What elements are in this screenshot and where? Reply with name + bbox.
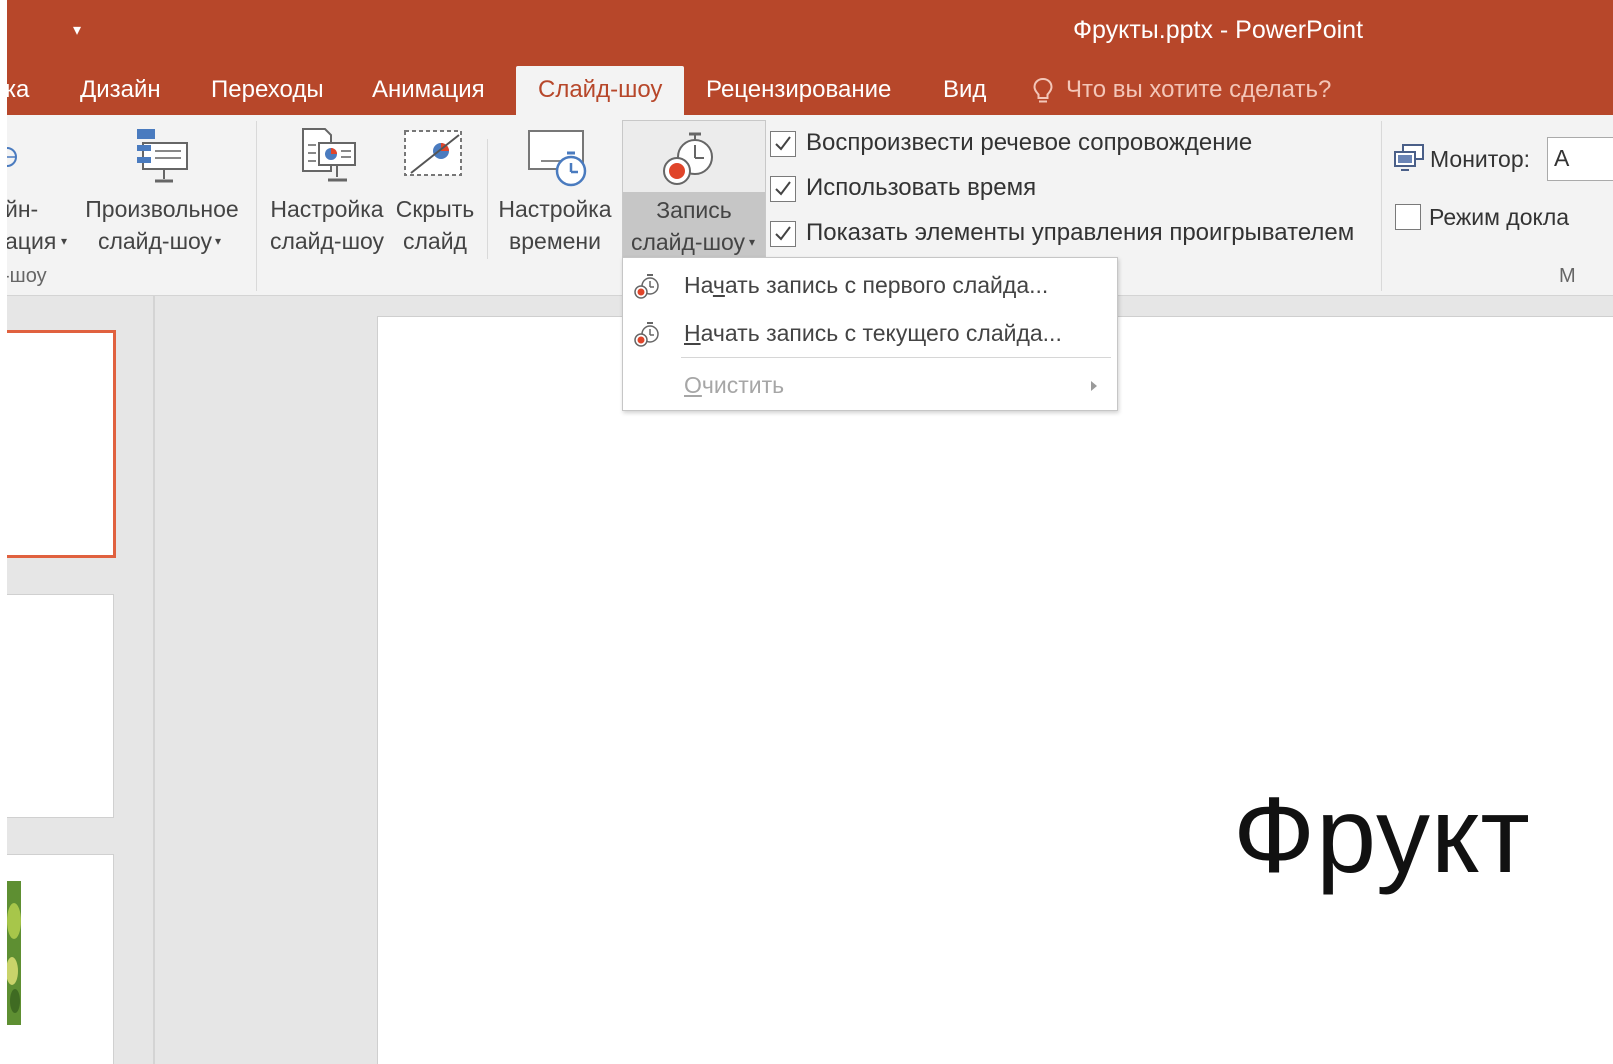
set-up-slide-show-label-1: Настройка bbox=[270, 196, 384, 222]
tab-view[interactable]: Вид bbox=[943, 66, 986, 115]
checkmark-icon bbox=[775, 136, 791, 151]
hide-slide-label-1: Скрыть bbox=[395, 196, 475, 222]
record-timer-icon bbox=[663, 132, 713, 185]
custom-slide-show-label-2: слайд-шоу bbox=[97, 228, 213, 254]
lightbulb-icon bbox=[1033, 77, 1053, 103]
tell-me-search[interactable]: Что вы хотите сделать? bbox=[1033, 66, 1331, 115]
clear-item: Очистить bbox=[623, 362, 1117, 408]
custom-slide-show-label-1: Произвольное bbox=[85, 196, 239, 222]
record-slide-show-menu: Начать запись с первого слайда... Начать… bbox=[622, 257, 1118, 411]
hide-slide-icon bbox=[404, 130, 462, 176]
access-key: Н bbox=[684, 320, 701, 346]
show-media-controls-checkbox[interactable]: Показать элементы управления проигрывате… bbox=[770, 217, 1380, 253]
record-from-beginning-label: Начать запись с первого слайда... bbox=[684, 262, 1048, 308]
record-timer-icon bbox=[634, 322, 659, 347]
chevron-down-icon: ▾ bbox=[215, 234, 222, 248]
record-from-current-slide-label: Начать запись с текущего слайда... bbox=[684, 310, 1062, 356]
slide-thumbnail-2[interactable] bbox=[7, 594, 114, 818]
online-presentation-label-2: ация bbox=[7, 228, 57, 254]
tab-review[interactable]: Рецензирование bbox=[706, 66, 891, 115]
access-key: ч bbox=[712, 272, 725, 298]
label-part: ачать запись с текущего слайда... bbox=[700, 320, 1062, 346]
slide-thumbnail-3[interactable] bbox=[7, 854, 114, 1064]
globe-icon bbox=[7, 147, 17, 167]
tab-animations[interactable]: Анимация bbox=[372, 66, 485, 115]
rehearse-timings-label-2: времени bbox=[509, 228, 601, 254]
checkbox-box[interactable] bbox=[1395, 204, 1421, 230]
custom-show-icon bbox=[137, 129, 188, 183]
monitor-dropdown[interactable]: А bbox=[1547, 137, 1613, 181]
setup-show-icon bbox=[302, 128, 356, 182]
tab-transitions[interactable]: Переходы bbox=[211, 66, 324, 115]
set-up-slide-show-label-2: слайд-шоу bbox=[269, 228, 385, 254]
label-part: На bbox=[684, 272, 713, 298]
group-label-monitors: М bbox=[1559, 265, 1576, 287]
slide-title[interactable]: Фрукт bbox=[1233, 772, 1531, 897]
monitor-value: А bbox=[1554, 145, 1570, 171]
slide-canvas[interactable]: Фрукт bbox=[377, 316, 1613, 1064]
record-from-beginning-item[interactable]: Начать запись с первого слайда... bbox=[623, 262, 1117, 308]
play-narrations-checkbox[interactable]: Воспроизвести речевое сопровождение bbox=[770, 127, 1370, 163]
clear-label: Очистить bbox=[684, 362, 784, 408]
rehearse-timings-label-1: Настройка bbox=[498, 196, 612, 222]
chevron-down-icon: ▾ bbox=[749, 235, 756, 249]
online-presentation-label-1: йн- bbox=[7, 196, 39, 222]
record-slide-show-label-1: Запись bbox=[656, 197, 732, 223]
checkmark-icon bbox=[775, 181, 791, 196]
tab-slide-show[interactable]: Слайд-шоу bbox=[516, 66, 685, 115]
chevron-down-icon: ▾ bbox=[61, 234, 68, 248]
fruit-image-thumbnail bbox=[7, 881, 21, 1025]
group-divider bbox=[1381, 121, 1382, 291]
tab-design[interactable]: Дизайн bbox=[80, 66, 161, 115]
slide-thumbnail-1[interactable] bbox=[7, 330, 116, 558]
checkbox-label: Использовать время bbox=[806, 174, 1037, 201]
checkbox-box[interactable] bbox=[770, 176, 796, 202]
label-part: ать запись с первого слайда... bbox=[724, 272, 1049, 298]
hide-slide-label-2: слайд bbox=[403, 228, 467, 254]
group-divider bbox=[256, 121, 257, 291]
presenter-view-label: Режим докла bbox=[1429, 204, 1570, 230]
monitor-label: Монитор: bbox=[1430, 146, 1531, 172]
rehearse-timings-icon bbox=[528, 130, 587, 187]
tell-me-text: Что вы хотите сделать? bbox=[1066, 76, 1332, 103]
access-key: О bbox=[684, 372, 702, 398]
record-from-current-slide-item[interactable]: Начать запись с текущего слайда... bbox=[623, 310, 1117, 356]
title-bar: ▾ Фрукты.pptx - PowerPoint bbox=[7, 0, 1613, 66]
checkbox-label: Воспроизвести речевое сопровождение bbox=[806, 129, 1253, 156]
ribbon-tabs: ка Дизайн Переходы Анимация Слайд-шоу Ре… bbox=[7, 66, 1613, 115]
record-slide-show-label-2: слайд-шоу bbox=[630, 229, 746, 255]
label-part: чистить bbox=[701, 372, 785, 398]
checkbox-box[interactable] bbox=[770, 221, 796, 247]
group-label-start-slide-show: -шоу bbox=[7, 265, 47, 287]
checkbox-label: Показать элементы управления проигрывате… bbox=[806, 219, 1355, 246]
menu-divider bbox=[681, 357, 1111, 358]
monitor-icon bbox=[1394, 144, 1424, 171]
checkmark-icon bbox=[775, 226, 791, 241]
checkbox-box[interactable] bbox=[770, 131, 796, 157]
slide-thumbnails-pane bbox=[7, 296, 155, 1064]
window-title: Фрукты.pptx - PowerPoint bbox=[1073, 16, 1364, 44]
tab-insert[interactable]: ка bbox=[7, 66, 29, 115]
submenu-arrow-icon bbox=[1091, 381, 1097, 391]
record-timer-icon bbox=[634, 274, 659, 299]
group-divider bbox=[487, 139, 488, 259]
use-timings-checkbox[interactable]: Использовать время bbox=[770, 172, 1370, 208]
record-slide-show-button[interactable]: Запись слайд-шоу ▾ bbox=[622, 120, 766, 260]
customize-quick-access-icon[interactable]: ▾ bbox=[73, 20, 81, 40]
powerpoint-window: ▾ Фрукты.pptx - PowerPoint ка Дизайн Пер… bbox=[7, 0, 1613, 1064]
